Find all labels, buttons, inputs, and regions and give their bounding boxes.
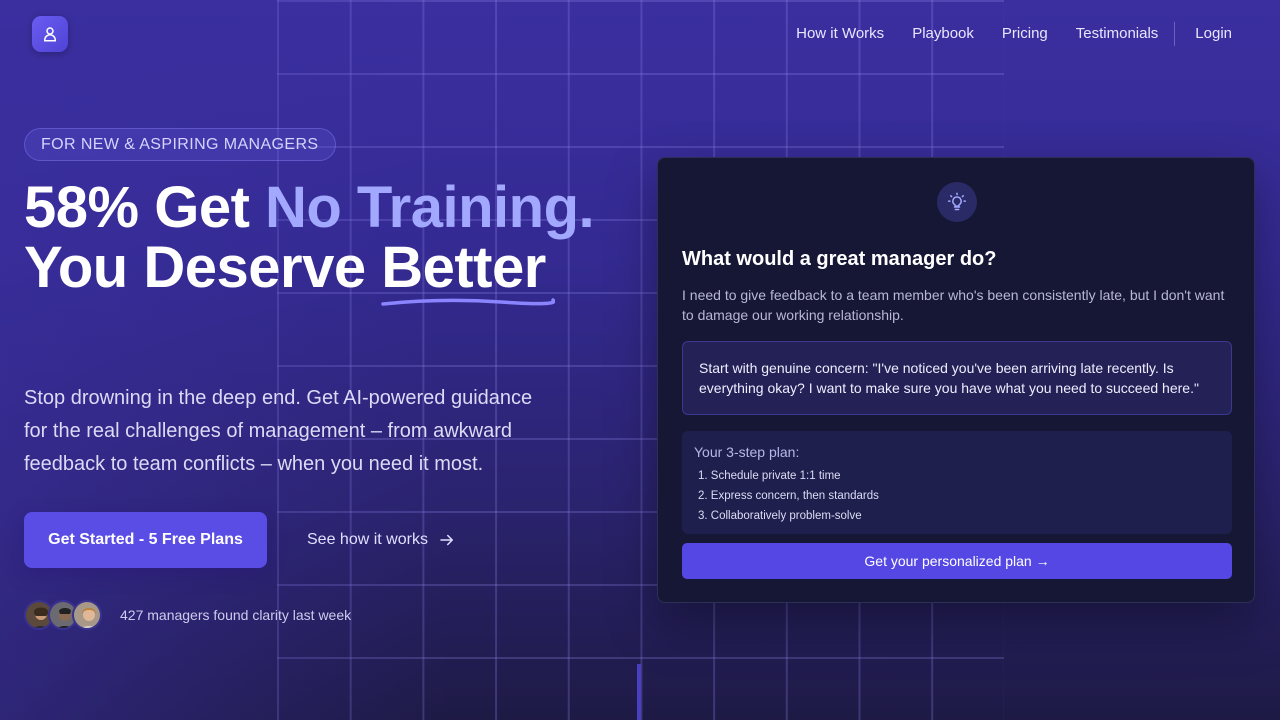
headline-accent: No Training. (265, 175, 595, 240)
hero-headline: 58% Get No Training. You Deserve Better (24, 175, 624, 306)
see-how-it-works-label: See how it works (307, 531, 428, 548)
decorative-line (637, 664, 641, 720)
nav-item-pricing[interactable]: Pricing (1002, 24, 1048, 44)
arrow-right-icon (440, 534, 453, 546)
plan-step: 1. Schedule private 1:1 time (698, 470, 841, 482)
personalized-plan-button[interactable]: Get your personalized plan → (682, 543, 1232, 579)
lightbulb-badge (937, 182, 977, 222)
plan-step: 3. Collaboratively problem-solve (698, 510, 862, 522)
nav-divider (1174, 22, 1176, 46)
lightbulb-icon (947, 192, 967, 211)
nav-item-playbook[interactable]: Playbook (912, 24, 974, 44)
login-link[interactable]: Login (1195, 24, 1232, 44)
plan-step: 2. Express concern, then standards (698, 490, 879, 502)
avatar (72, 600, 102, 630)
avatar-group (24, 600, 102, 630)
hero-subtitle: Stop drowning in the deep end. Get AI-po… (24, 387, 533, 475)
headline-part2: You Deserve (24, 235, 382, 300)
card-answer: Start with genuine concern: "I've notice… (682, 341, 1232, 415)
plan-title: Your 3-step plan: (694, 444, 800, 460)
headline-part1: 58% Get (24, 175, 265, 240)
example-card: What would a great manager do? I need to… (657, 157, 1255, 603)
plan-steps: 1. Schedule private 1:1 time 2. Express … (694, 466, 1220, 526)
card-title: What would a great manager do? (682, 248, 997, 270)
card-question: I need to give feedback to a team member… (682, 287, 1225, 323)
nav-item-how-it-works[interactable]: How it Works (796, 24, 884, 44)
audience-badge: FOR NEW & ASPIRING MANAGERS (24, 128, 336, 161)
headline-underlined-word: Better (381, 238, 556, 306)
social-proof-text: 427 managers found clarity last week (120, 607, 352, 623)
logo[interactable] (32, 16, 68, 52)
user-icon (44, 27, 56, 42)
three-step-plan: Your 3-step plan: 1. Schedule private 1:… (682, 431, 1232, 534)
top-nav: How it Works Playbook Pricing Testimonia… (768, 22, 1232, 46)
get-started-button[interactable]: Get Started - 5 Free Plans (24, 512, 267, 568)
nav-item-testimonials[interactable]: Testimonials (1076, 24, 1159, 44)
see-how-it-works-link[interactable]: See how it works (307, 528, 456, 552)
underline-squiggle (381, 298, 556, 306)
